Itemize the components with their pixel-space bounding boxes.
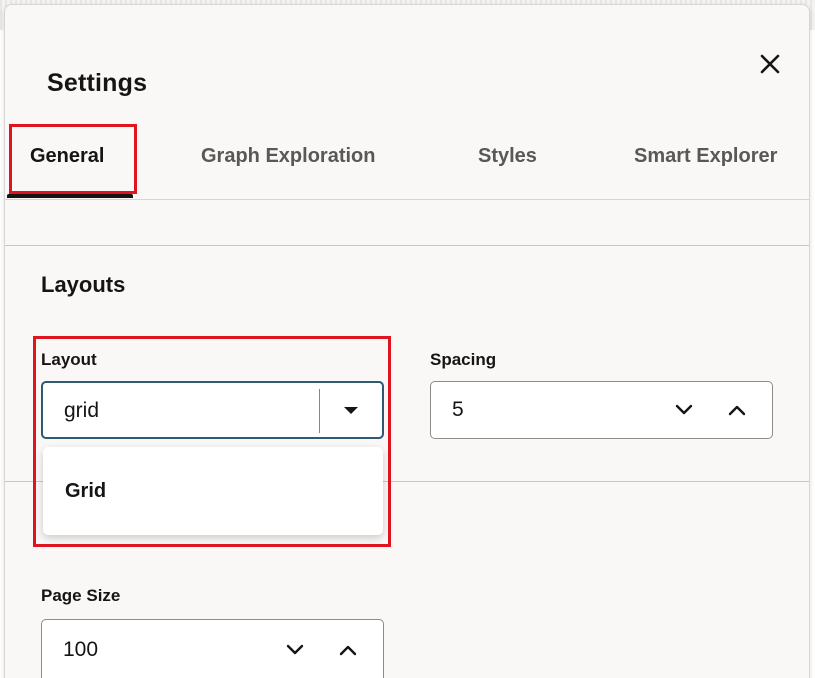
page-size-increment-button[interactable] [333,635,363,665]
spacing-value: 5 [452,398,464,421]
layout-option-grid[interactable]: Grid [65,480,106,503]
spacing-stepper[interactable]: 5 [430,381,773,439]
tab-graph-exploration[interactable]: Graph Exploration [201,145,375,168]
chevron-up-icon [339,645,357,656]
close-icon [760,54,780,74]
active-tab-indicator [7,194,133,198]
caret-down-icon[interactable] [339,403,363,419]
layout-dropdown-list: Grid [43,447,383,535]
section-title-layouts: Layouts [41,272,126,297]
tab-general[interactable]: General [30,145,104,168]
page-size-decrement-button[interactable] [280,635,310,665]
settings-dialog: Settings General Graph Exploration Style… [4,4,810,678]
chevron-down-icon [675,404,693,415]
chevron-down-icon [286,644,304,655]
tab-smart-explorer[interactable]: Smart Explorer [634,145,777,168]
page-size-stepper[interactable]: 100 [41,619,384,678]
section-divider [5,245,809,246]
layout-select[interactable]: grid [41,381,384,439]
layout-select-value: grid [64,399,100,422]
tabs-divider [5,199,809,200]
page-size-label: Page Size [41,586,121,605]
spacing-increment-button[interactable] [722,395,752,425]
page-size-value: 100 [63,638,99,661]
chevron-up-icon [728,405,746,416]
spacing-label: Spacing [430,350,497,369]
spacing-decrement-button[interactable] [669,395,699,425]
select-divider [319,389,320,433]
close-button[interactable] [753,47,787,81]
layout-label: Layout [41,350,97,369]
tab-styles[interactable]: Styles [478,145,537,168]
dialog-title: Settings [47,69,148,97]
